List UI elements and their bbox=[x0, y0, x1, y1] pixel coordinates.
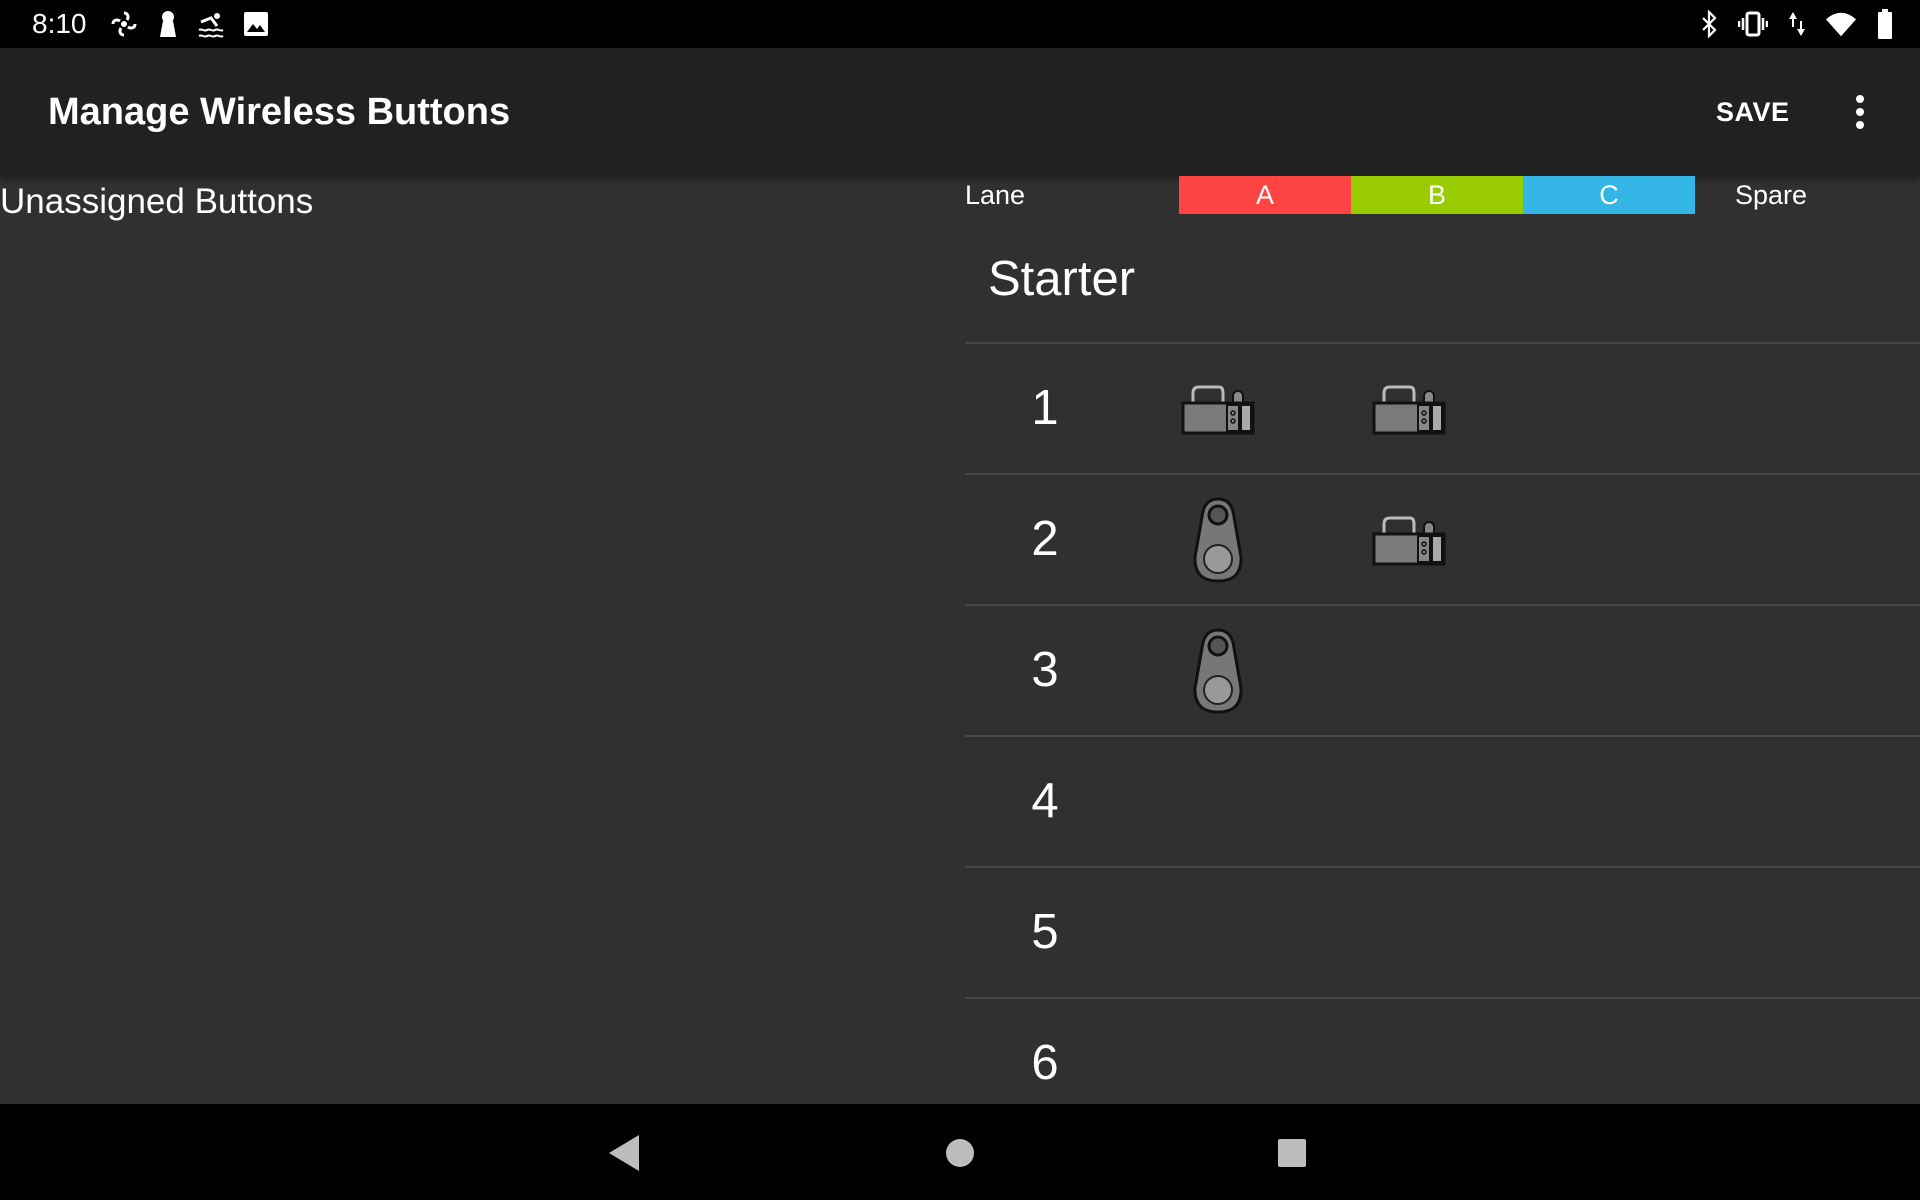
navigation-bar bbox=[0, 1104, 1920, 1200]
push-button-icon[interactable] bbox=[1168, 628, 1268, 714]
unassigned-buttons-title: Unassigned Buttons bbox=[0, 182, 314, 221]
lane-column-c: C bbox=[1523, 176, 1695, 214]
lane-row-5[interactable]: 5 bbox=[965, 866, 1920, 997]
vibrate-icon bbox=[1738, 9, 1768, 39]
bluetooth-icon bbox=[1694, 9, 1724, 39]
lane-row-4[interactable]: 4 bbox=[965, 735, 1920, 866]
plunger-button-icon[interactable] bbox=[1168, 366, 1268, 452]
lane-header: Lane A B C Spare bbox=[965, 176, 1920, 214]
battery-icon bbox=[1870, 9, 1900, 39]
wifi-icon bbox=[1826, 9, 1856, 39]
swimmer-icon bbox=[197, 9, 227, 39]
status-right bbox=[1694, 9, 1900, 39]
lane-column-a: A bbox=[1179, 176, 1351, 214]
lane-row-2[interactable]: 2 bbox=[965, 473, 1920, 604]
page-title: Manage Wireless Buttons bbox=[48, 91, 511, 133]
lane-number: 3 bbox=[1031, 643, 1059, 697]
lane-rows: 1 2 3 4 5 6 bbox=[965, 342, 1920, 1128]
lane-number: 2 bbox=[1031, 512, 1059, 566]
lane-column-b: B bbox=[1351, 176, 1523, 214]
save-button[interactable]: SAVE bbox=[1716, 48, 1790, 176]
app-bar: Manage Wireless Buttons SAVE bbox=[0, 48, 1920, 176]
plunger-button-icon[interactable] bbox=[1359, 497, 1459, 583]
lane-row-3[interactable]: 3 bbox=[965, 604, 1920, 735]
lane-label: Lane bbox=[965, 180, 1026, 210]
starter-label[interactable]: Starter bbox=[988, 246, 1135, 312]
lane-number: 5 bbox=[1031, 905, 1059, 959]
push-button-icon[interactable] bbox=[1168, 497, 1268, 583]
plunger-button-icon[interactable] bbox=[1359, 366, 1459, 452]
fan-icon bbox=[109, 9, 139, 39]
status-left: 8:10 bbox=[32, 8, 271, 40]
lane-number: 4 bbox=[1031, 774, 1059, 828]
status-bar: 8:10 bbox=[0, 0, 1920, 48]
status-time: 8:10 bbox=[32, 8, 87, 39]
spare-label: Spare bbox=[1734, 180, 1808, 210]
back-icon[interactable] bbox=[597, 1126, 651, 1180]
more-vert-icon[interactable] bbox=[1842, 82, 1878, 142]
data-arrows-icon bbox=[1782, 9, 1812, 39]
lane-number: 1 bbox=[1031, 381, 1059, 435]
home-icon[interactable] bbox=[933, 1126, 987, 1180]
lane-row-1[interactable]: 1 bbox=[965, 342, 1920, 473]
recents-icon[interactable] bbox=[1265, 1126, 1319, 1180]
image-icon bbox=[241, 9, 271, 39]
keyhole-icon bbox=[153, 9, 183, 39]
